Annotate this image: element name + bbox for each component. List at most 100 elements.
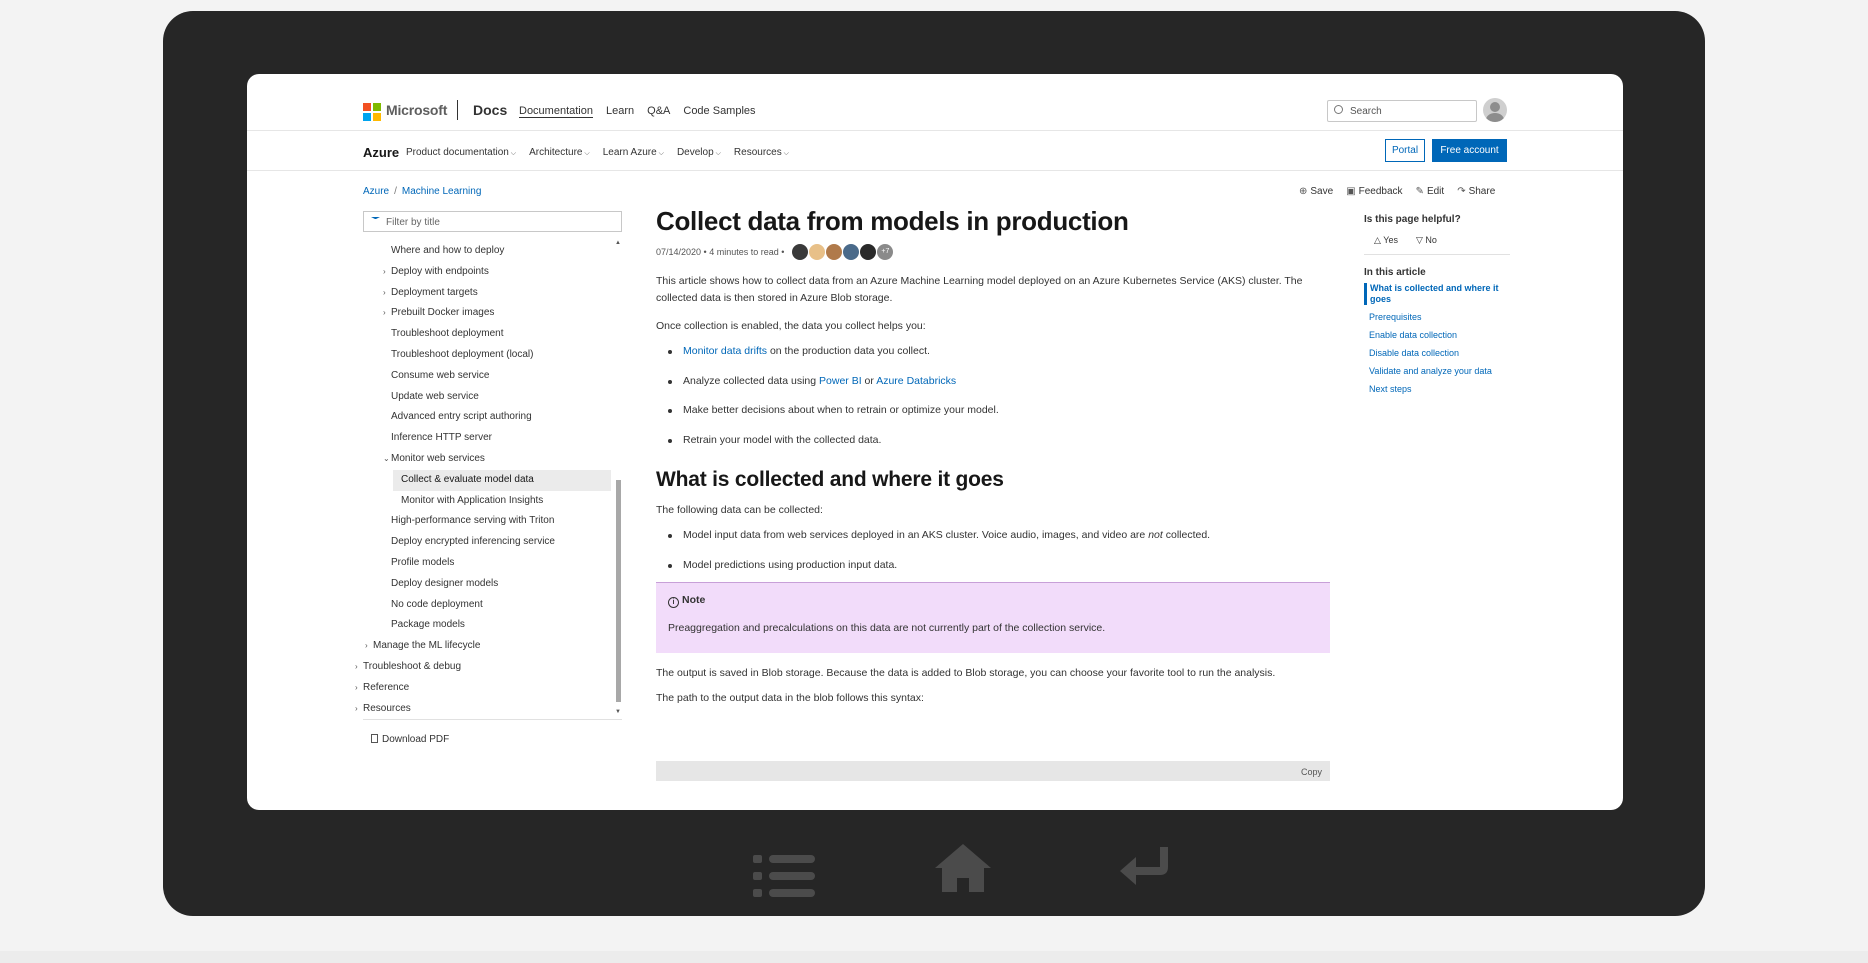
search-input[interactable]: Search [1327,100,1477,122]
search-icon [1334,105,1343,114]
in-article-link[interactable]: Disable data collection [1364,348,1510,359]
toc-item[interactable]: › Resources [355,699,611,720]
toc-item-label: Inference HTTP server [391,432,492,444]
toc-item[interactable]: › Deploy with endpoints [363,262,611,283]
toc-item[interactable]: Deploy designer models [363,574,611,595]
toc-item[interactable]: Troubleshoot deployment [363,324,611,345]
in-article-link[interactable]: Enable data collection [1364,330,1510,341]
breadcrumb-separator: / [394,186,397,197]
device-frame: Microsoft Docs Documentation Learn Q&A C… [163,11,1705,916]
back-icon[interactable] [1118,845,1174,889]
nav-product-documentation[interactable]: Product documentation [406,147,516,158]
chevron-right-icon[interactable]: › [355,657,358,677]
chevron-right-icon[interactable]: › [383,283,386,303]
nav-develop[interactable]: Develop [677,147,721,158]
in-article-link[interactable]: Prerequisites [1364,312,1510,323]
toc-item[interactable]: Collect & evaluate model data [393,469,611,491]
toc-item[interactable]: Profile models [363,553,611,574]
nav-architecture[interactable]: Architecture [529,147,590,158]
toc-item-label: Deploy designer models [391,577,499,589]
contributor-avatar[interactable] [826,244,843,260]
toc-item[interactable]: › Manage the ML lifecycle [363,636,611,657]
no-button[interactable]: ▽ No [1416,235,1437,246]
in-article-link[interactable]: Next steps [1364,384,1510,395]
info-icon: i [668,597,679,608]
note-callout: i Note Preaggregation and precalculations… [656,582,1330,653]
save-button[interactable]: ⊕ Save [1299,186,1333,197]
toc-item[interactable]: Deploy encrypted inferencing service [363,532,611,553]
toc-item[interactable]: Update web service [363,387,611,408]
copy-button[interactable]: Copy [1301,767,1322,777]
no-label: No [1425,235,1437,245]
home-icon[interactable] [933,842,993,894]
toc-filter-input[interactable]: Filter by title [363,211,622,232]
nav-learn-azure[interactable]: Learn Azure [603,147,664,158]
azure-databricks-link[interactable]: Azure Databricks [876,375,956,387]
toc-item[interactable]: › Reference [355,678,611,699]
yes-button[interactable]: △ Yes [1374,235,1398,246]
toc-item[interactable]: › Prebuilt Docker images [363,303,611,324]
nav-qa[interactable]: Q&A [647,105,670,118]
toc-item[interactable]: Inference HTTP server [363,428,611,449]
chevron-right-icon[interactable]: › [355,678,358,698]
contributor-avatar[interactable] [809,244,826,260]
contributor-avatar[interactable] [860,244,877,260]
toc-item[interactable]: Monitor with Application Insights [363,491,611,512]
toc-item[interactable]: Package models [363,615,611,636]
page-actions: ⊕ Save ▣ Feedback ✎ Edit ↷ Share [1299,186,1495,197]
toc-scrollbar[interactable]: ▲ ▼ [614,240,622,715]
share-button[interactable]: ↷ Share [1457,186,1495,197]
user-avatar-icon[interactable] [1483,98,1507,122]
edit-button[interactable]: ✎ Edit [1416,186,1445,197]
toc-item[interactable]: High-performance serving with Triton [363,511,611,532]
nav-code-samples[interactable]: Code Samples [683,105,755,118]
breadcrumb-machine-learning[interactable]: Machine Learning [402,186,482,197]
in-article-links: What is collected and where it goes Prer… [1364,283,1510,395]
chevron-right-icon[interactable]: › [383,262,386,282]
brand-divider [457,100,458,120]
chevron-down-icon[interactable]: ⌄ [383,449,390,469]
toc-scroll-thumb[interactable] [616,480,621,702]
toc-item[interactable]: Where and how to deploy [363,241,611,262]
monitor-data-drifts-link[interactable]: Monitor data drifts [683,345,767,357]
in-article-link[interactable]: What is collected and where it goes [1364,283,1510,305]
toc-item[interactable]: No code deployment [363,595,611,616]
chevron-right-icon[interactable]: › [365,636,368,656]
toc-item-label: Collect & evaluate model data [401,473,534,485]
toc-item-label: Profile models [391,556,455,568]
scroll-down-icon[interactable]: ▼ [615,709,621,715]
toc-divider [363,719,622,720]
toc-item[interactable]: ⌄ Monitor web services [363,449,611,470]
toc-item[interactable]: › Deployment targets [363,283,611,304]
edit-icon: ✎ [1415,186,1424,197]
more-contributors-badge[interactable]: +7 [877,244,894,260]
feedback-button[interactable]: ▣ Feedback [1346,186,1402,197]
article-date-readtime: 07/14/2020 • 4 minutes to read • [656,247,785,257]
toc-item[interactable]: Troubleshoot deployment (local) [363,345,611,366]
azure-title[interactable]: Azure [363,145,399,160]
chevron-right-icon[interactable]: › [383,303,386,323]
docs-link[interactable]: Docs [473,102,507,118]
breadcrumb-azure[interactable]: Azure [363,186,389,197]
scroll-up-icon[interactable]: ▲ [615,240,621,246]
power-bi-link[interactable]: Power BI [819,375,862,387]
nav-resources[interactable]: Resources [734,147,789,158]
brand-name[interactable]: Microsoft [386,102,447,118]
toc-item-label: Monitor with Application Insights [401,494,544,506]
nav-learn[interactable]: Learn [606,105,634,118]
toc-item[interactable]: Consume web service [363,366,611,387]
portal-button[interactable]: Portal [1385,139,1425,162]
in-article-link[interactable]: Validate and analyze your data [1364,366,1510,377]
download-pdf-link[interactable]: Download PDF [371,734,449,745]
contributor-avatar[interactable] [792,244,809,260]
list-icon[interactable] [753,855,815,899]
microsoft-logo-icon[interactable] [363,103,381,121]
free-account-button[interactable]: Free account [1432,139,1507,162]
contributor-avatar[interactable] [843,244,860,260]
product-header: Azure Product documentation Architecture… [247,131,1623,171]
chevron-right-icon[interactable]: › [355,699,358,719]
nav-documentation[interactable]: Documentation [519,105,593,118]
toc-item[interactable]: Advanced entry script authoring [363,407,611,428]
toc-item[interactable]: › Troubleshoot & debug [355,657,611,678]
filter-icon [371,217,380,226]
